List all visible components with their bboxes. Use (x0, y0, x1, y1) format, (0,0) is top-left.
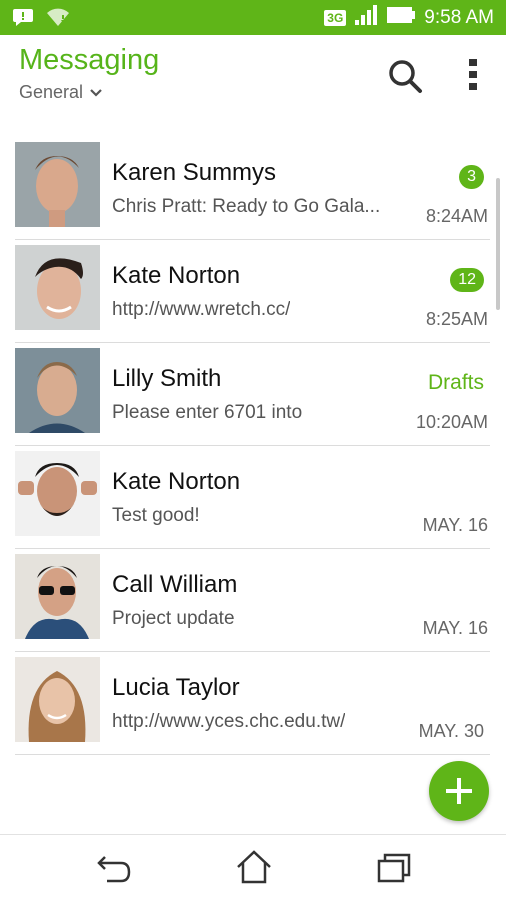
message-time: MAY. 16 (422, 515, 488, 535)
message-snippet: Project update (112, 608, 235, 629)
signal-icon (354, 4, 378, 32)
message-time: MAY. 30 (418, 721, 484, 741)
divider (15, 754, 490, 755)
plus-icon (446, 778, 472, 804)
contact-name: Lucia Taylor (112, 674, 240, 701)
contact-name: Lilly Smith (112, 365, 222, 392)
network-type-badge: 3G (324, 9, 347, 26)
app-title: Messaging (19, 44, 160, 76)
more-options-button[interactable] (460, 55, 486, 95)
avatar (15, 451, 100, 536)
contact-name: Kate Norton (112, 262, 241, 289)
message-snippet: Chris Pratt: Ready to Go Gala... (112, 196, 381, 217)
unread-count-badge: 3 (459, 165, 484, 189)
conversation-item[interactable]: Kate Norton http://www.wretch.cc/ 12 8:2… (0, 240, 506, 343)
avatar (15, 657, 100, 742)
more-vert-icon (469, 59, 477, 90)
avatar (15, 245, 100, 330)
conversation-item[interactable]: Kate Norton Test good! MAY. 16 (0, 446, 506, 549)
conversation-item[interactable]: Lilly Smith Please enter 6701 into Draft… (0, 343, 506, 446)
message-snippet: http://www.yces.chc.edu.tw/ (112, 711, 346, 732)
status-time: 9:58 AM (424, 6, 494, 28)
conversation-item[interactable]: Karen Summys Chris Pratt: Ready to Go Ga… (0, 137, 506, 240)
conversation-list: Karen Summys Chris Pratt: Ready to Go Ga… (0, 137, 506, 755)
contact-name: Call William (112, 571, 238, 598)
home-icon (237, 850, 271, 884)
folder-label: General (19, 82, 84, 102)
message-time: 8:25AM (425, 309, 488, 329)
avatar (15, 554, 100, 639)
contact-name: Karen Summys (112, 159, 277, 186)
battery-icon (386, 5, 416, 31)
chevron-down-icon (89, 82, 103, 103)
chat-notification-icon (12, 7, 34, 32)
app-header: Messaging General (0, 35, 506, 130)
message-time: MAY. 16 (422, 618, 488, 638)
avatar (15, 142, 100, 227)
unread-count-badge: 12 (450, 268, 484, 292)
back-button[interactable] (95, 849, 135, 885)
folder-selector[interactable]: General (19, 82, 103, 103)
new-message-button[interactable] (429, 761, 489, 821)
draft-status-label: Drafts (427, 371, 484, 394)
search-icon (389, 60, 422, 93)
recent-apps-icon (377, 853, 411, 883)
message-time: 8:24AM (425, 206, 488, 226)
navigation-bar (0, 834, 506, 900)
search-button[interactable] (386, 57, 424, 95)
recent-apps-button[interactable] (374, 849, 414, 885)
avatar (15, 348, 100, 433)
status-bar: 3G 9:58 AM (0, 0, 506, 35)
message-time: 10:20AM (415, 412, 488, 432)
home-button[interactable] (234, 849, 274, 885)
message-snippet: Test good! (112, 505, 200, 526)
back-icon (97, 856, 131, 883)
message-snippet: Please enter 6701 into (112, 402, 303, 423)
conversation-item[interactable]: Lucia Taylor http://www.yces.chc.edu.tw/… (0, 652, 506, 755)
message-snippet: http://www.wretch.cc/ (112, 299, 291, 320)
contact-name: Kate Norton (112, 468, 241, 495)
conversation-item[interactable]: Call William Project update MAY. 16 (0, 549, 506, 652)
wifi-icon (46, 7, 70, 32)
